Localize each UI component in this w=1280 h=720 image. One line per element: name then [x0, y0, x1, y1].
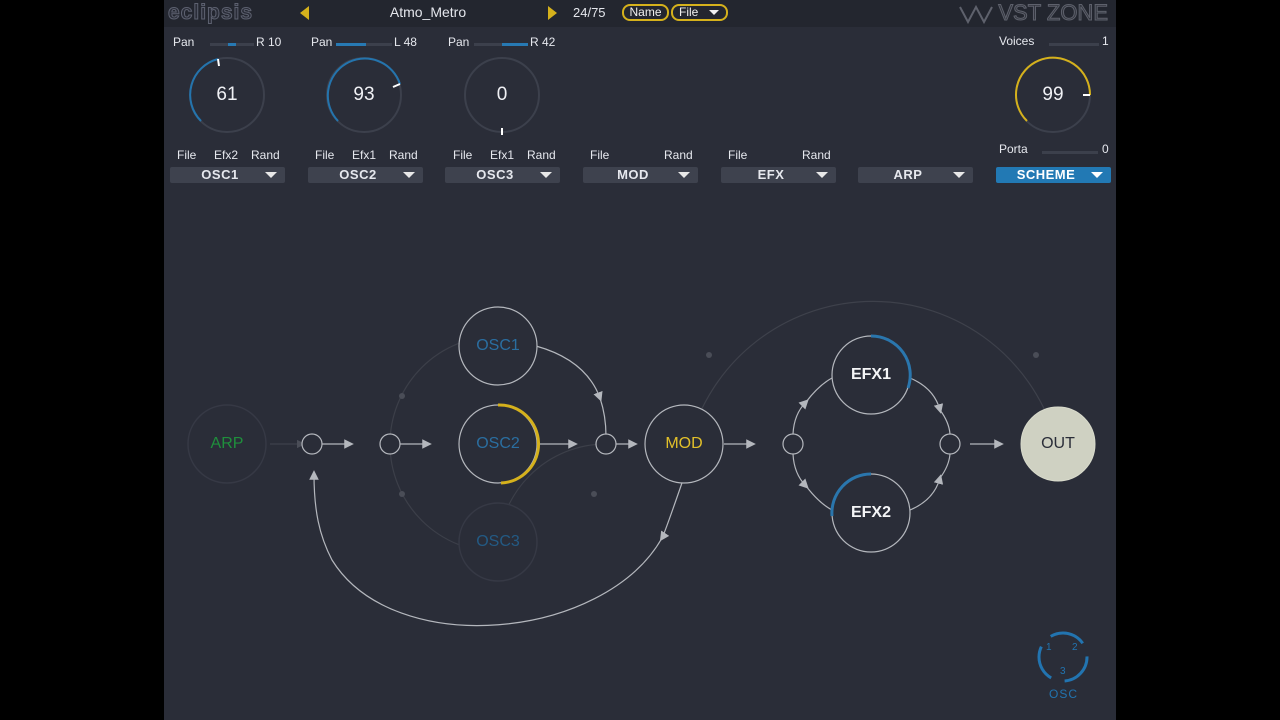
junction-node	[301, 433, 323, 455]
voices-label: Voices	[999, 34, 1035, 48]
chevron-down-icon	[678, 172, 690, 178]
osc2-section-button[interactable]: OSC2	[308, 167, 423, 183]
osc2-section-label: OSC2	[339, 167, 377, 182]
routing-scheme-diagram	[187, 300, 1096, 627]
arrow-left-icon	[300, 6, 309, 20]
osc3-pan-value: R 42	[530, 35, 556, 49]
mod-node-label[interactable]: MOD	[645, 435, 723, 453]
voices-slider[interactable]	[1049, 43, 1099, 46]
arp-node-label[interactable]: ARP	[188, 435, 266, 453]
osc1-file-button[interactable]: File	[177, 148, 196, 162]
osc2-knob-value: 93	[353, 84, 375, 105]
chevron-down-icon	[709, 10, 719, 15]
osc1-pan-slider[interactable]	[210, 43, 254, 46]
osc3-knob-value: 0	[496, 84, 508, 105]
osc1-efx-button[interactable]: Efx2	[214, 148, 238, 162]
chevron-down-icon	[403, 172, 415, 178]
osc3-pan-fill	[502, 43, 528, 46]
top-bar: eclipsis Atmo_Metro 24/75 Name File VST …	[164, 0, 1116, 27]
out-node-label[interactable]: OUT	[1019, 435, 1097, 453]
osc1-node-label[interactable]: OSC1	[459, 337, 537, 355]
efx-section-label: EFX	[757, 167, 785, 182]
efx-file-button[interactable]: File	[728, 148, 747, 162]
junction-node	[782, 433, 804, 455]
vst-zone-text: VST ZONE	[998, 0, 1109, 25]
file-button[interactable]: File	[671, 4, 728, 21]
waveform-icon	[959, 5, 994, 25]
porta-label: Porta	[999, 142, 1028, 156]
osc1-section-button[interactable]: OSC1	[170, 167, 285, 183]
file-button-label: File	[679, 5, 699, 19]
arrow-right-icon	[548, 6, 557, 20]
porta-slider[interactable]	[1042, 151, 1098, 154]
master-knob-value: 99	[1042, 84, 1064, 105]
chevron-down-icon	[816, 172, 828, 178]
eclipsis-logo: eclipsis	[167, 1, 254, 25]
osc3-section-label: OSC3	[476, 167, 514, 182]
osc3-efx-button[interactable]: Efx1	[490, 148, 514, 162]
osc2-pan-fill	[336, 43, 366, 46]
osc3-file-button[interactable]: File	[453, 148, 472, 162]
scheme-section-button[interactable]: SCHEME	[996, 167, 1111, 183]
osc-selector-label: OSC	[1049, 687, 1079, 701]
osc3-rand-button[interactable]: Rand	[527, 148, 556, 162]
osc2-pan-label: Pan	[311, 35, 333, 49]
scheme-section-label: SCHEME	[1016, 167, 1076, 182]
efx-section-button[interactable]: EFX	[721, 167, 836, 183]
mod-rand-button[interactable]: Rand	[664, 148, 693, 162]
chevron-down-icon	[265, 172, 277, 178]
prev-preset-button[interactable]	[300, 5, 312, 21]
osc1-pan-label: Pan	[173, 35, 195, 49]
osc1-pan-fill	[228, 43, 236, 46]
arp-section-button[interactable]: ARP	[858, 167, 973, 183]
name-button[interactable]: Name	[622, 4, 669, 21]
mod-file-button[interactable]: File	[590, 148, 609, 162]
osc-selector-3[interactable]: 3	[1060, 666, 1066, 677]
voices-value: 1	[1102, 34, 1109, 48]
osc2-file-button[interactable]: File	[315, 148, 334, 162]
osc-selector-2[interactable]: 2	[1072, 642, 1078, 653]
junction-node	[379, 433, 401, 455]
osc2-node-label[interactable]: OSC2	[459, 435, 537, 453]
osc2-rand-button[interactable]: Rand	[389, 148, 418, 162]
osc1-pan-value: R 10	[256, 35, 282, 49]
efx-rand-button[interactable]: Rand	[802, 148, 831, 162]
osc1-knob-value: 61	[216, 84, 238, 105]
preset-name[interactable]: Atmo_Metro	[358, 4, 498, 20]
osc2-efx-button[interactable]: Efx1	[352, 148, 376, 162]
osc3-pan-label: Pan	[448, 35, 470, 49]
synth-plugin-window: eclipsis Atmo_Metro 24/75 Name File VST …	[164, 0, 1116, 720]
osc2-pan-slider[interactable]	[336, 43, 392, 46]
next-preset-button[interactable]	[548, 5, 560, 21]
vst-zone-watermark: VST ZONE	[958, 0, 1109, 25]
arp-section-label: ARP	[893, 167, 923, 182]
mod-section-label: MOD	[617, 167, 649, 182]
junction-node	[939, 433, 961, 455]
osc1-section-label: OSC1	[201, 167, 239, 182]
junction-node	[595, 433, 617, 455]
chevron-down-icon	[540, 172, 552, 178]
osc1-rand-button[interactable]: Rand	[251, 148, 280, 162]
osc3-node-label[interactable]: OSC3	[459, 533, 537, 551]
mod-section-button[interactable]: MOD	[583, 167, 698, 183]
chevron-down-icon	[953, 172, 965, 178]
preset-count: 24/75	[573, 5, 606, 20]
porta-value: 0	[1102, 142, 1109, 156]
efx2-node-label[interactable]: EFX2	[832, 504, 910, 522]
name-button-label: Name	[629, 5, 662, 19]
efx1-node-label[interactable]: EFX1	[832, 366, 910, 384]
osc2-pan-value: L 48	[394, 35, 417, 49]
osc-selector-1[interactable]: 1	[1046, 642, 1052, 653]
osc3-pan-slider[interactable]	[474, 43, 528, 46]
chevron-down-icon	[1091, 172, 1103, 178]
osc3-section-button[interactable]: OSC3	[445, 167, 560, 183]
